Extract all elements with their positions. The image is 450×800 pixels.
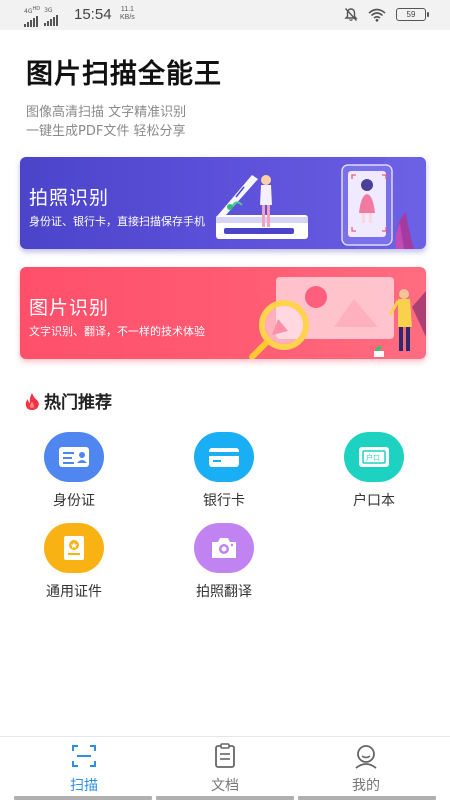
profile-icon xyxy=(355,745,377,769)
id-card-icon xyxy=(59,447,89,467)
tab-profile[interactable]: 我的 xyxy=(306,743,426,795)
id-card-label: 身份证 xyxy=(53,493,95,509)
household-book-item[interactable]: 户口 户口本 xyxy=(314,432,434,510)
network-hd-label: HD xyxy=(32,6,41,12)
bank-card-item[interactable]: 银行卡 xyxy=(164,432,284,510)
status-bar: 4GHD 3G 15:54 11.1 KB/s 59 xyxy=(0,0,450,30)
tab-scan-label: 扫描 xyxy=(70,778,98,794)
home-indicator-middle xyxy=(156,796,294,800)
scanner-illustration xyxy=(216,157,426,249)
home-indicator-left xyxy=(14,796,152,800)
network-speed: 11.1 KB/s xyxy=(120,6,135,22)
document-icon xyxy=(215,743,235,768)
image-recognition-desc: 文字识别、翻译，不一样的技术体验 xyxy=(29,325,205,338)
subtitle-line-1: 图像高清扫描 文字精准识别 xyxy=(26,105,187,120)
household-book-icon: 户口 xyxy=(359,447,389,467)
photo-translate-item[interactable]: 拍照翻译 xyxy=(164,523,284,601)
tab-profile-label: 我的 xyxy=(352,778,380,794)
id-card-item[interactable]: 身份证 xyxy=(14,432,134,510)
image-magnifier-illustration xyxy=(249,277,426,359)
certificate-item[interactable]: 通用证件 xyxy=(14,523,134,601)
hot-recommend-header: 热门推荐 xyxy=(24,388,112,413)
certificate-icon xyxy=(64,536,84,560)
battery-indicator: 59 xyxy=(396,8,429,21)
image-recognition-banner[interactable]: 图片识别 文字识别、翻译，不一样的技术体验 xyxy=(20,267,426,359)
camera-icon xyxy=(212,538,236,558)
photo-translate-label: 拍照翻译 xyxy=(196,584,252,600)
app-title: 图片扫描全能王 xyxy=(26,59,222,90)
hot-recommend-title: 热门推荐 xyxy=(44,393,112,413)
tab-documents[interactable]: 文档 xyxy=(165,743,285,795)
bottom-tab-bar: 扫描 文档 我的 xyxy=(0,736,450,800)
signal-bars-2-icon xyxy=(44,14,59,26)
household-book-label: 户口本 xyxy=(353,493,395,509)
network-speed-unit: KB/s xyxy=(120,14,135,21)
bell-muted-icon xyxy=(344,8,358,21)
home-indicator-right xyxy=(298,796,436,800)
subtitle-line-2: 一键生成PDF文件 轻松分享 xyxy=(26,124,186,139)
photo-recognition-desc: 身份证、银行卡，直接扫描保存手机 xyxy=(29,215,205,228)
certificate-label: 通用证件 xyxy=(46,584,102,600)
network-speed-value: 11.1 xyxy=(120,6,134,13)
bank-card-icon xyxy=(209,448,239,467)
svg-text:户口: 户口 xyxy=(366,453,380,462)
status-time: 15:54 xyxy=(74,6,112,23)
tab-documents-label: 文档 xyxy=(211,778,239,794)
photo-recognition-title: 拍照识别 xyxy=(29,187,110,209)
signal-bars-icon xyxy=(24,15,40,27)
tab-scan[interactable]: 扫描 xyxy=(24,743,144,795)
photo-recognition-banner[interactable]: 拍照识别 身份证、银行卡，直接扫描保存手机 xyxy=(20,157,426,249)
wifi-icon xyxy=(368,8,386,22)
flame-icon xyxy=(25,392,39,410)
signal-indicators: 4GHD 3G xyxy=(24,6,59,27)
bank-card-label: 银行卡 xyxy=(203,493,245,509)
image-recognition-title: 图片识别 xyxy=(29,297,110,319)
scan-icon xyxy=(72,745,96,767)
